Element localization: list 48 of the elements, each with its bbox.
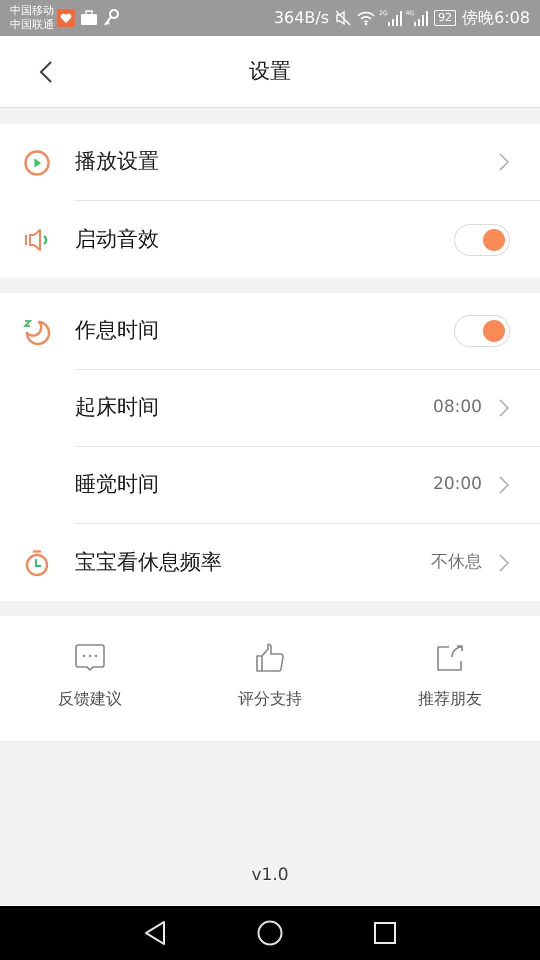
row-value: 20:00 (433, 473, 482, 496)
play-icon (23, 148, 51, 176)
key-icon (103, 9, 119, 27)
version-label: v1.0 (251, 864, 289, 886)
settings-row[interactable]: 启动音效 (0, 201, 540, 278)
mute-icon (335, 10, 352, 26)
chevron-right-icon (498, 398, 510, 418)
row-label: 作息时间 (75, 317, 160, 344)
home-circle-icon[interactable] (257, 920, 283, 946)
back-icon (39, 60, 53, 84)
page-title: 设置 (249, 58, 291, 85)
carrier-name: 中国联通 (10, 18, 54, 32)
row-value: 不休息 (431, 550, 482, 574)
row-label: 启动音效 (75, 226, 160, 253)
settings-row[interactable]: 宝宝看休息频率 不休息 (0, 524, 540, 601)
settings-row[interactable]: 起床时间 08:00 (0, 370, 540, 447)
signal-icon (414, 10, 428, 26)
wifi-icon (357, 10, 376, 26)
recent-apps-icon[interactable] (373, 921, 397, 945)
action-button[interactable]: 推荐朋友 (360, 616, 540, 741)
chevron-right-icon (498, 152, 510, 172)
chat-bubble-icon (74, 642, 106, 672)
network-speed: 364B/s (274, 7, 330, 29)
row-label: 播放设置 (75, 148, 160, 176)
settings-row[interactable]: 播放设置 (0, 124, 540, 201)
thumbs-up-icon (255, 642, 285, 672)
row-value: 08:00 (433, 396, 482, 420)
toggle-switch[interactable] (454, 315, 510, 347)
chevron-right-icon (498, 552, 510, 572)
briefcase-icon (80, 10, 98, 26)
settings-row[interactable]: 作息时间 (0, 293, 540, 370)
share-icon (435, 642, 465, 672)
row-label: 起床时间 (75, 394, 160, 422)
app-notification-icon (57, 9, 75, 27)
moon-icon (23, 318, 51, 346)
action-button[interactable]: 评分支持 (180, 616, 360, 741)
chevron-right-icon (498, 475, 510, 495)
stopwatch-icon (23, 548, 51, 576)
row-label: 宝宝看休息频率 (75, 548, 223, 576)
battery-indicator: 92 (434, 10, 456, 26)
back-triangle-icon[interactable] (143, 920, 167, 946)
clock: 傍晚6:08 (462, 7, 530, 29)
toggle-switch[interactable] (454, 224, 510, 256)
action-button[interactable]: 反馈建议 (0, 616, 180, 741)
carrier-name: 中国移动 (10, 4, 54, 18)
row-label: 睡觉时间 (75, 471, 160, 498)
settings-row[interactable]: 睡觉时间 20:00 (0, 447, 540, 524)
signal-icon (388, 10, 402, 26)
